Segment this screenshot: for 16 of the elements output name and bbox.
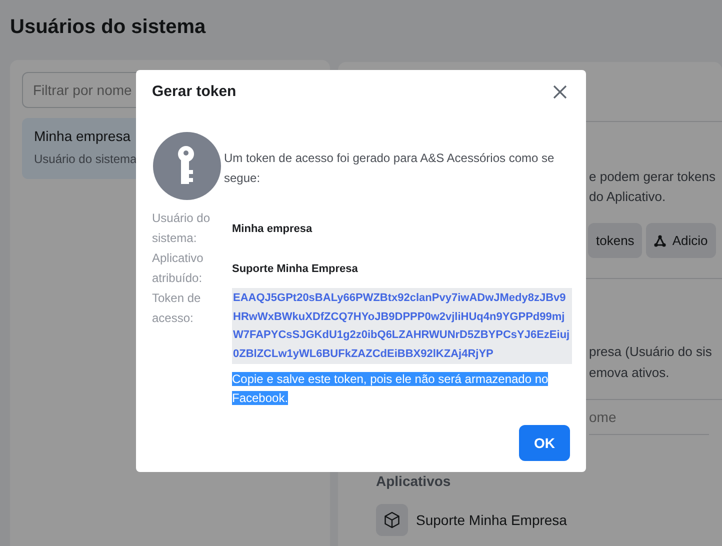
section-heading: Aplicativos	[376, 472, 452, 491]
page-title: Usuários do sistema	[9, 15, 207, 40]
field-value: Suporte Minha Empresa	[232, 263, 358, 275]
field-label: Token de acesso:	[152, 290, 202, 327]
user-role: Usuário do sistema	[34, 152, 137, 166]
field-label: Usuário do sistema:	[152, 210, 212, 247]
field-label: Aplicativo atribuído:	[152, 250, 204, 287]
description-text: emova ativos.	[589, 364, 670, 382]
description-text: do Aplicativo.	[589, 188, 667, 206]
dialog-message: Um token de acesso foi gerado para A&S Acessórios como se segue:	[223, 150, 556, 187]
user-name: Minha empresa	[34, 127, 132, 146]
description-text: presa (Usuário do sis	[589, 343, 713, 361]
field-value: Minha empresa	[232, 223, 312, 235]
token-value: EAAQJ5GPt20sBALy66PWZBtx92clanPvy7iwADwJMedy8zJBv9HRwWxBWkuXDfZCQ7HYoJB9DPPP0w2vjliHUq4n9YGPPd99mjW7FAPYCsSJGKdU1g2z0ibQ6LZAHRWUNrD5ZBYPCsYJ6EzEiuj0ZBlZCLw1yWL6BUFkZAZCdEiBBX92lKZAj4RjYP	[232, 288, 572, 364]
dialog-title: Gerar token	[152, 82, 236, 102]
description-text: e podem gerar tokens	[589, 168, 716, 186]
